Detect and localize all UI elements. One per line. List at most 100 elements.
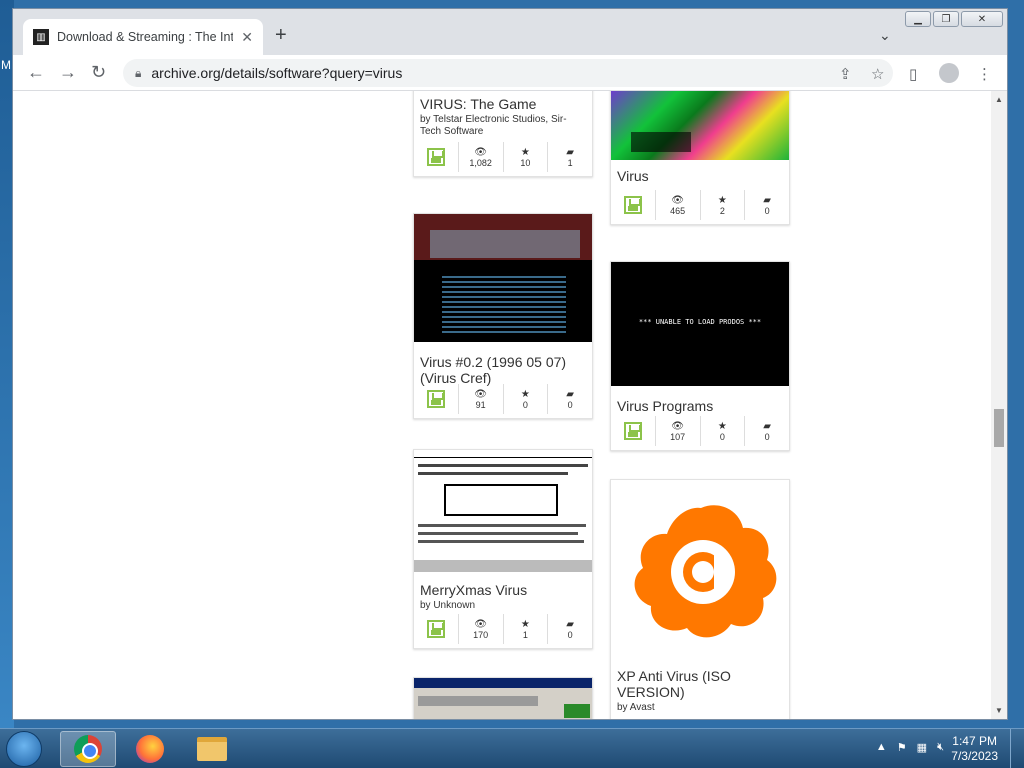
forward-arrow-icon[interactable]: →	[59, 63, 77, 81]
result-title[interactable]: VIRUS: The Game	[414, 96, 592, 112]
views-count: 107	[670, 431, 686, 442]
favorites-count: 0	[522, 399, 528, 410]
address-bar[interactable]: 🔒︎ archive.org/details/software?query=vi…	[123, 59, 893, 87]
taskbar-chrome[interactable]	[60, 731, 116, 767]
browser-toolbar: ← → ↻ 🔒︎ archive.org/details/software?qu…	[13, 55, 1007, 91]
tab-close-icon[interactable]: ✕	[241, 29, 253, 46]
result-title[interactable]: Virus	[611, 168, 789, 184]
show-desktop-button[interactable]	[1010, 729, 1024, 768]
views-stat: 👁︎ 1,082	[457, 142, 503, 172]
eye-icon: 👁︎	[474, 618, 487, 630]
result-card-virus-the-game[interactable]: VIRUS: The Game by Telstar Electronic St…	[413, 91, 593, 177]
avast-logo-icon	[634, 505, 777, 638]
result-card-virus-programs[interactable]: *** UNABLE TO LOAD PRODOS *** Virus Prog…	[610, 261, 790, 451]
page-scrollbar[interactable]: ▲ ▼	[991, 91, 1007, 719]
result-card-xp-anti-virus[interactable]: a XP Anti Virus (ISO VERSION) by Avast	[610, 479, 790, 719]
reload-icon[interactable]: ↻	[91, 63, 106, 81]
result-thumbnail[interactable]: a	[611, 480, 789, 660]
result-author: by Avast	[617, 702, 655, 713]
start-button[interactable]	[6, 731, 42, 767]
desktop-text-fragment: M	[1, 58, 11, 72]
taskbar-clock[interactable]: 1:47 PM 7/3/2023	[951, 734, 998, 764]
windows-taskbar: ▲ ⚑ ▦ 🔇︎ 1:47 PM 7/3/2023	[0, 728, 1024, 768]
new-tab-button[interactable]: +	[275, 25, 287, 45]
views-count: 91	[475, 399, 486, 410]
tab-title: Download & Streaming : The Internet Arch…	[57, 30, 233, 44]
result-card-drweb[interactable]	[413, 677, 593, 719]
mediatype-stat	[611, 416, 655, 446]
result-thumbnail[interactable]	[414, 678, 592, 719]
comment-icon: ▰	[763, 194, 771, 206]
star-icon: ★	[520, 388, 530, 400]
window-controls: ▁ ❐ ✕	[905, 11, 1003, 27]
tab-internet-archive[interactable]: ▥ Download & Streaming : The Internet Ar…	[23, 19, 263, 55]
star-icon: ★	[520, 146, 530, 158]
scroll-down-arrow-icon[interactable]: ▼	[995, 706, 1003, 715]
comment-icon: ▰	[566, 146, 574, 158]
result-card-virus-0-2[interactable]: Virus #0.2 (1996 05 07) (Virus Cref) 👁︎ 9…	[413, 213, 593, 419]
menu-kebab-icon[interactable]: ⋮	[977, 65, 992, 83]
reviews-count: 0	[764, 431, 770, 442]
share-icon[interactable]: ⇪	[839, 65, 852, 83]
minimize-button[interactable]: ▁	[905, 11, 931, 27]
url-text: archive.org/details/software?query=virus	[151, 65, 403, 81]
reviews-stat: ▰ 1	[547, 142, 592, 172]
close-window-button[interactable]: ✕	[961, 11, 1003, 27]
eye-icon: 👁︎	[474, 146, 487, 158]
views-stat: 👁︎ 107	[654, 416, 700, 446]
tab-search-chevron-icon[interactable]: ⌄	[879, 27, 891, 44]
result-thumbnail[interactable]	[611, 91, 789, 160]
result-thumbnail[interactable]: *** UNABLE TO LOAD PRODOS ***	[611, 262, 789, 386]
result-title[interactable]: XP Anti Virus (ISO VERSION)	[611, 668, 789, 700]
archive-favicon-icon: ▥	[33, 29, 49, 45]
network-icon[interactable]: ▦	[917, 741, 927, 754]
back-arrow-icon[interactable]: ←	[27, 63, 45, 81]
bookmark-star-icon[interactable]: ☆	[871, 65, 884, 83]
taskbar-firefox[interactable]	[122, 731, 178, 767]
scrollbar-thumb[interactable]	[994, 409, 1004, 447]
views-stat: 👁︎ 91	[457, 384, 503, 414]
favorites-count: 0	[719, 431, 725, 442]
result-stats: 👁︎ 170 ★ 1 ▰ 0	[414, 614, 592, 644]
views-count: 170	[473, 629, 489, 640]
favorites-stat: ★ 0	[502, 384, 548, 414]
tab-strip: ▥ Download & Streaming : The Internet Ar…	[13, 9, 1007, 55]
result-stats: 👁︎ 91 ★ 0 ▰ 0	[414, 384, 592, 414]
scroll-up-arrow-icon[interactable]: ▲	[995, 95, 1003, 104]
tray-expand-icon[interactable]: ▲	[876, 741, 887, 754]
profile-avatar[interactable]	[939, 63, 959, 83]
side-panel-icon[interactable]: ▯	[909, 65, 917, 83]
result-title[interactable]: MerryXmas Virus	[414, 582, 592, 598]
result-thumbnail[interactable]	[414, 450, 592, 572]
views-stat: 👁︎ 465	[654, 190, 700, 220]
star-icon: ★	[717, 194, 727, 206]
favorites-stat: ★ 10	[502, 142, 548, 172]
chrome-icon	[74, 735, 102, 763]
software-disk-icon	[426, 620, 445, 638]
views-count: 1,082	[469, 157, 492, 168]
views-count: 465	[670, 205, 686, 216]
volume-muted-icon[interactable]: 🔇︎	[937, 741, 944, 754]
result-title[interactable]: Virus Programs	[611, 398, 789, 414]
action-center-icon[interactable]: ⚑	[897, 741, 907, 754]
result-thumbnail[interactable]	[414, 214, 592, 342]
favorites-count: 2	[719, 205, 725, 216]
software-disk-icon	[426, 390, 445, 408]
reviews-count: 1	[567, 157, 573, 168]
restore-button[interactable]: ❐	[933, 11, 959, 27]
result-card-merryxmas-virus[interactable]: MerryXmas Virus by Unknown 👁︎ 170 ★ 1 ▰ 0	[413, 449, 593, 649]
comment-icon: ▰	[566, 618, 574, 630]
mediatype-stat	[611, 190, 655, 220]
favorites-stat: ★ 1	[502, 614, 548, 644]
firefox-icon	[136, 735, 164, 763]
favorites-stat: ★ 2	[699, 190, 745, 220]
favorites-count: 1	[522, 629, 528, 640]
result-title[interactable]: Virus #0.2 (1996 05 07) (Virus Cref)	[414, 354, 592, 386]
reviews-count: 0	[567, 399, 573, 410]
software-disk-icon	[623, 196, 642, 214]
clock-time: 1:47 PM	[952, 734, 997, 748]
result-card-virus[interactable]: Virus 👁︎ 465 ★ 2 ▰ 0	[610, 91, 790, 225]
taskbar-explorer[interactable]	[184, 731, 240, 767]
reviews-stat: ▰ 0	[744, 190, 789, 220]
system-tray: ▲ ⚑ ▦ 🔇︎	[876, 741, 944, 754]
